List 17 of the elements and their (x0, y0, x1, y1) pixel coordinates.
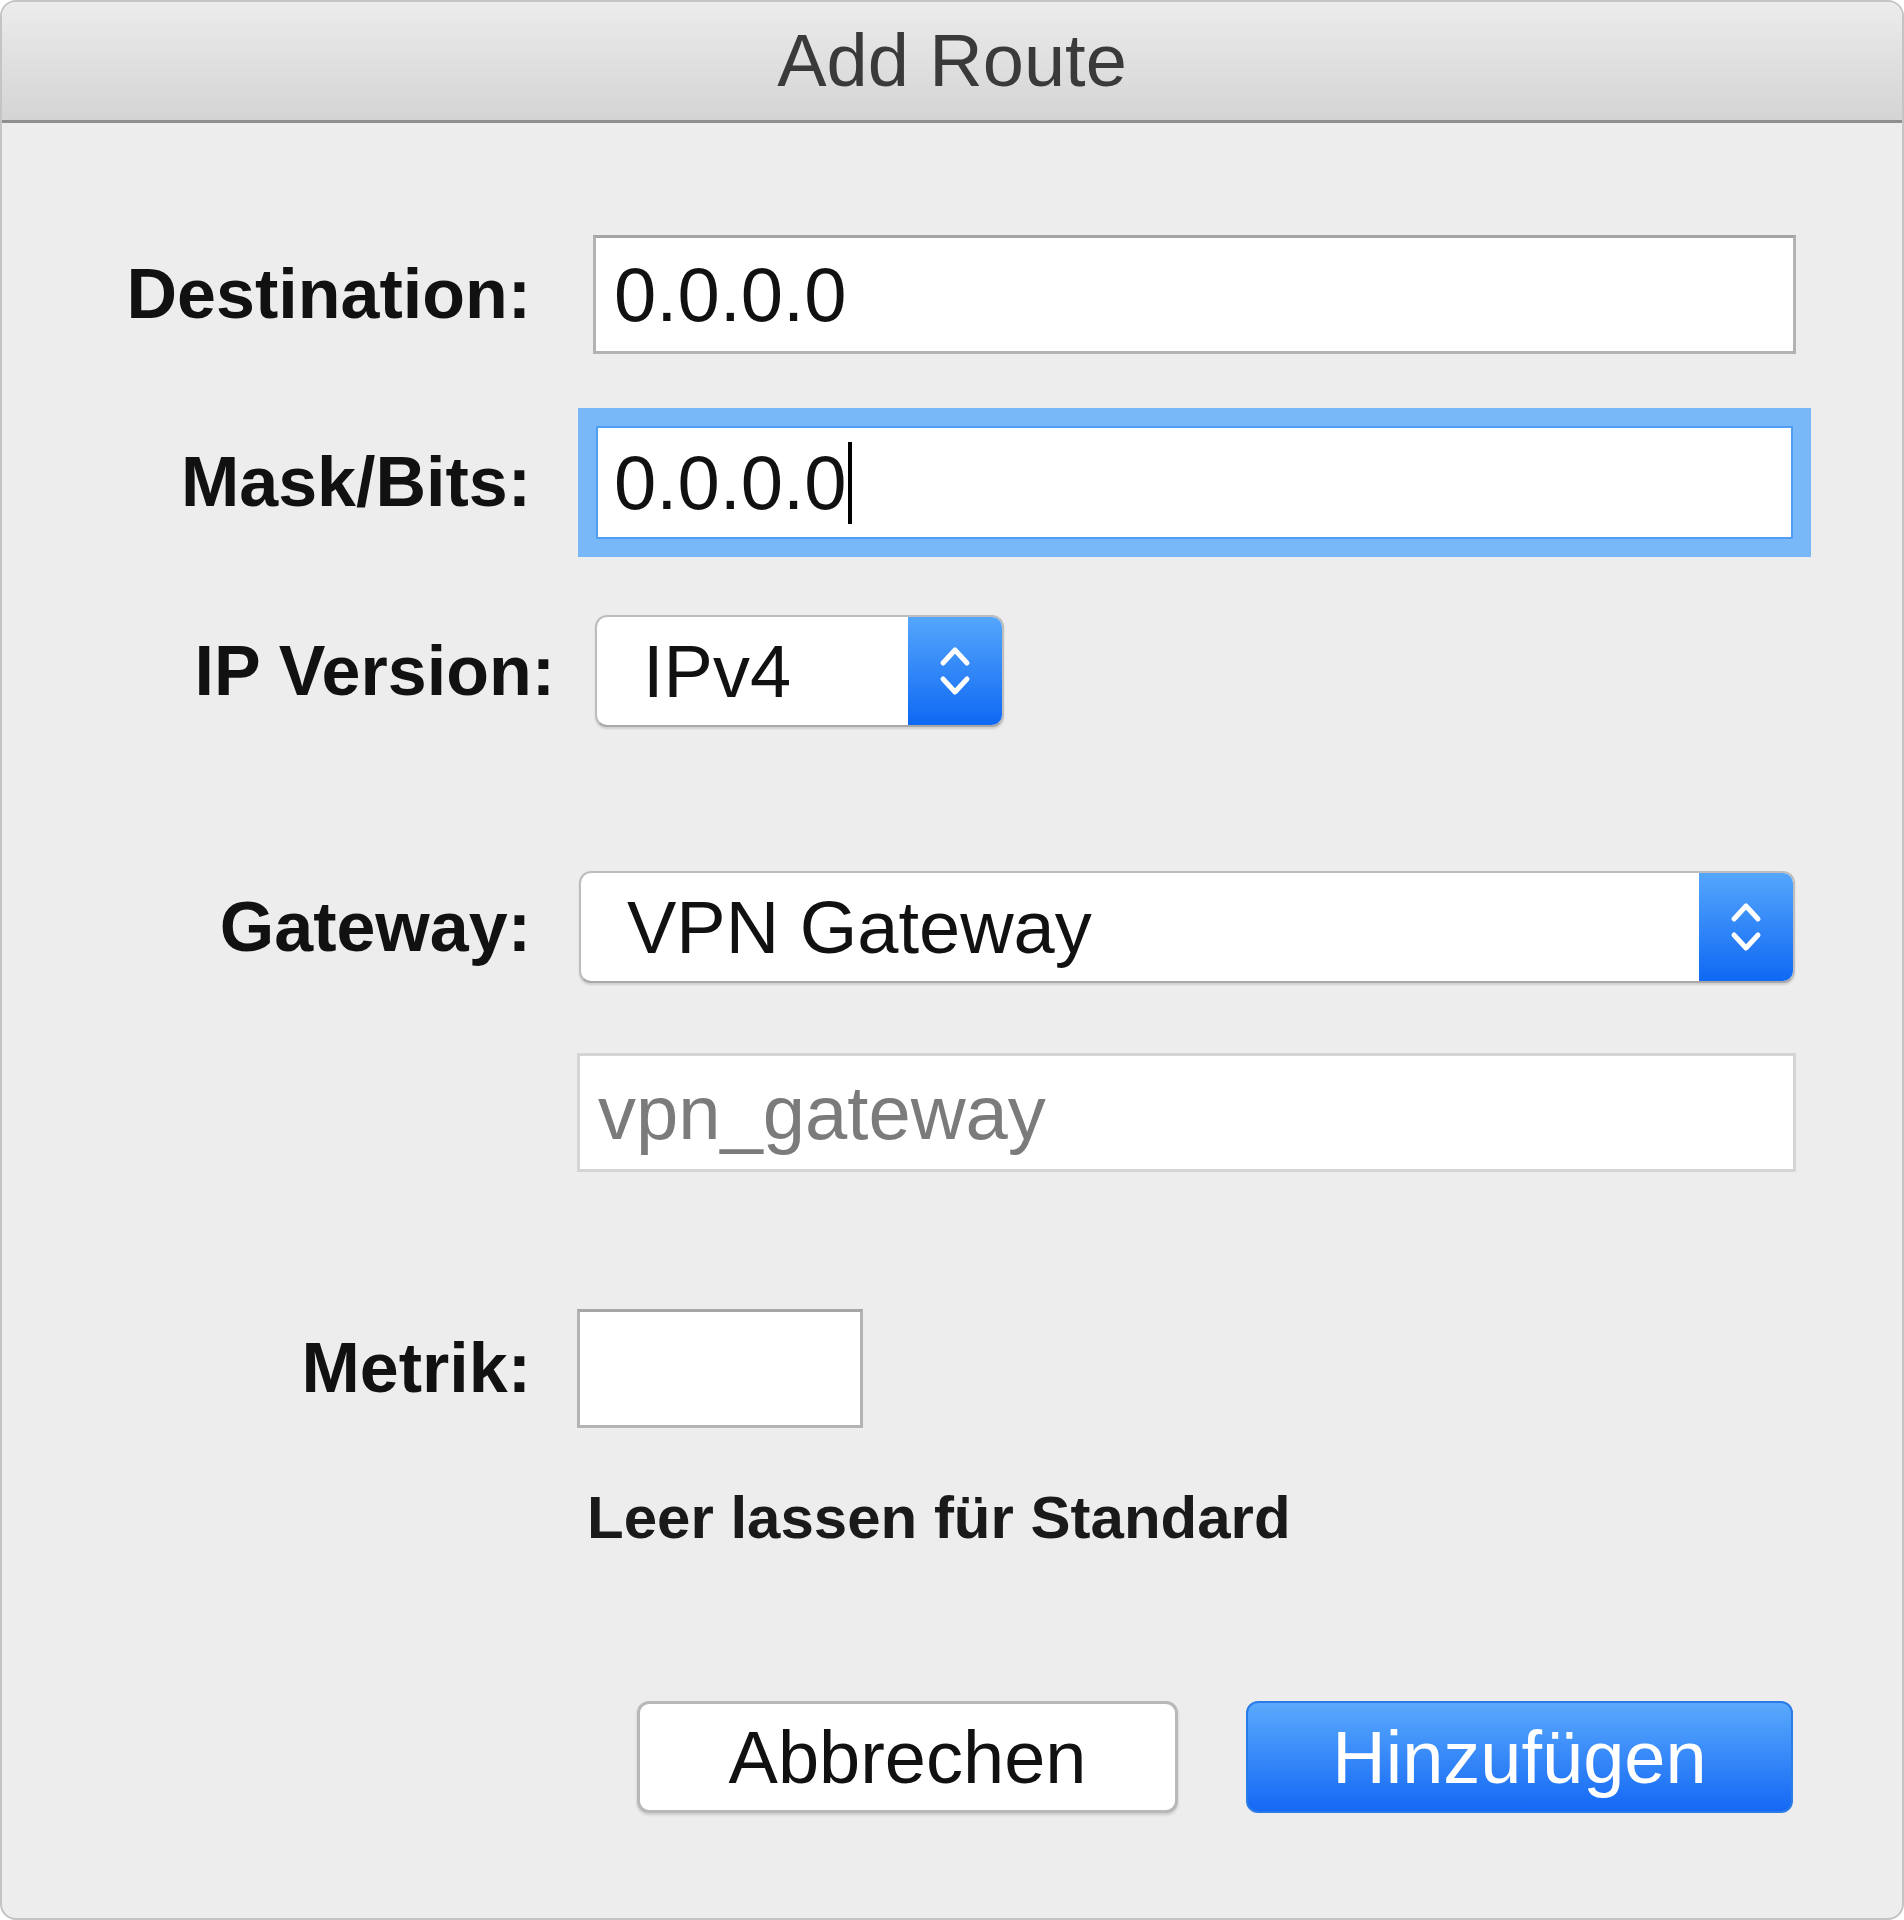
cancel-button[interactable]: Abbrechen (637, 1701, 1178, 1813)
metric-label: Metrik: (300, 1330, 531, 1407)
gateway-label: Gateway: (218, 888, 531, 966)
mask-label: Mask/Bits: (179, 444, 531, 521)
gateway-popup[interactable]: VPN Gateway (579, 871, 1795, 983)
add-button[interactable]: Hinzufügen (1246, 1701, 1793, 1813)
ip-version-popup[interactable]: IPv4 (595, 615, 1004, 727)
text-cursor-icon (848, 441, 853, 524)
chevron-up-down-icon (908, 617, 1002, 725)
ip-version-label: IP Version: (193, 632, 555, 710)
mask-field[interactable]: 0.0.0.0 (578, 408, 1811, 557)
metric-field[interactable] (577, 1309, 863, 1428)
chevron-up-down-icon (1699, 873, 1793, 981)
window-title: Add Route (777, 24, 1127, 98)
metric-hint: Leer lassen für Standard (587, 1483, 1291, 1553)
destination-field[interactable]: 0.0.0.0 (593, 235, 1796, 354)
destination-label: Destination: (125, 256, 531, 333)
